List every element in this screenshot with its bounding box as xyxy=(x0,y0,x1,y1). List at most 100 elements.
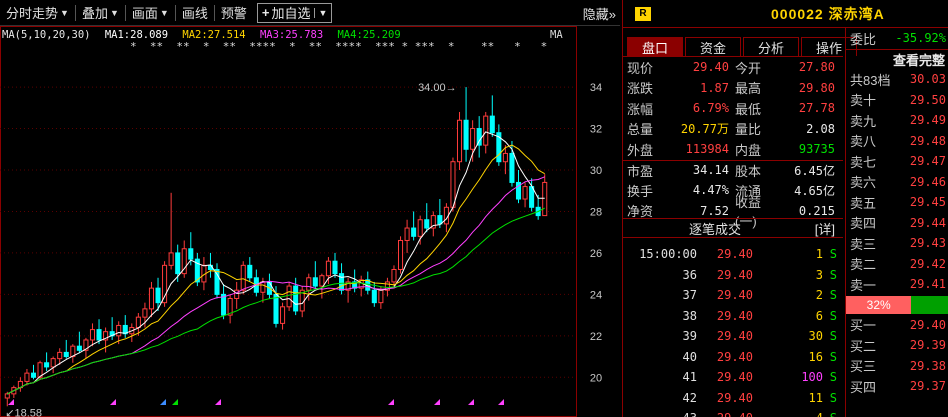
caret-down-icon: ▼ xyxy=(109,7,119,18)
candle-down xyxy=(273,293,279,324)
ask-row[interactable]: 卖八 29.48 xyxy=(846,131,948,152)
bid-row[interactable]: 买二 29.39 xyxy=(846,335,948,356)
signal-stars: * ** ** * ** **** * ** **** *** * *** * … xyxy=(130,40,548,53)
book-total-label: 共83档 xyxy=(850,72,891,88)
quote-value: 0.215 xyxy=(798,203,835,218)
bid-row[interactable]: 买四 29.37 xyxy=(846,376,948,397)
quote-row: 总量 20.77万 量比 2.08 xyxy=(623,119,843,140)
ask-row[interactable]: 卖十 29.50 xyxy=(846,90,948,111)
quote-label: 外盘 xyxy=(627,142,654,158)
y-tick-label: 30 xyxy=(590,165,602,177)
order-ratio-value: -35.92% xyxy=(895,31,946,46)
tick-row: 37 29.40 2 S xyxy=(623,285,843,306)
toolbar-item-overlay[interactable]: 叠加 ▼ xyxy=(76,2,125,24)
quote-value: 4.65亿 xyxy=(794,183,835,198)
ask-row[interactable]: 卖六 29.46 xyxy=(846,172,948,193)
ticks-title: 逐笔成交 xyxy=(689,221,742,237)
candle-up xyxy=(522,186,528,200)
tick-price: 29.40 xyxy=(716,288,753,303)
quote-label: 换手 xyxy=(627,183,654,199)
toolbar-item-timeshare[interactable]: 分时走势 ▼ xyxy=(0,2,75,24)
quote-row: 外盘 113984 内盘 93735 xyxy=(623,139,843,160)
ticks-header: 逐笔成交 [详] xyxy=(623,218,843,238)
tick-side: S xyxy=(829,349,837,364)
candle-down xyxy=(155,287,161,304)
tick-time: 43 xyxy=(623,411,697,417)
tick-volume: 30 xyxy=(808,329,823,344)
candle-up xyxy=(450,161,456,208)
book-level-label: 卖二 xyxy=(850,257,877,273)
bid-ratio-fill: 32% xyxy=(846,295,912,314)
candle-up xyxy=(542,181,548,217)
book-level-label: 卖七 xyxy=(850,154,877,170)
book-level-label: 卖五 xyxy=(850,195,877,211)
ask-row[interactable]: 卖一 29.41 xyxy=(846,274,948,295)
y-tick-label: 32 xyxy=(590,124,602,136)
ask-row[interactable]: 卖九 29.49 xyxy=(846,110,948,131)
panel-tabs: 盘口 资金 分析 操作 xyxy=(627,37,859,56)
book-total-value: 30.03 xyxy=(909,72,946,87)
quote-value: 27.78 xyxy=(798,101,835,116)
tab-funds[interactable]: 资金 xyxy=(685,37,741,56)
book-level-label: 买一 xyxy=(850,318,877,334)
candle-up xyxy=(404,227,410,241)
bid-row[interactable]: 买三 29.38 xyxy=(846,356,948,377)
candle-up xyxy=(142,308,148,318)
quote-label: 量比 xyxy=(735,122,762,138)
toolbar-item-view[interactable]: 画面 ▼ xyxy=(126,2,175,24)
tick-price: 29.40 xyxy=(716,390,753,405)
candle-up xyxy=(280,306,286,324)
caret-down-icon[interactable]: ▼ xyxy=(314,7,327,18)
tab-analysis[interactable]: 分析 xyxy=(743,37,799,56)
ask-row[interactable]: 卖七 29.47 xyxy=(846,151,948,172)
view-full-link[interactable]: 查看完整 xyxy=(893,50,948,69)
candle-down xyxy=(76,345,82,351)
toolbar-item-alert[interactable]: 预警 xyxy=(215,2,253,24)
candle-down xyxy=(437,215,443,225)
signal-triangle-icon xyxy=(110,399,116,405)
quote-value: 113984 xyxy=(685,142,729,157)
kline-chart[interactable]: 34 32 30 28 26 24 22 20 34.00→ ↙18.58 MA(5,10,20,… xyxy=(0,26,620,417)
book-level-price: 29.38 xyxy=(909,358,946,373)
quote-value: 27.80 xyxy=(798,60,835,75)
signal-triangle-icon xyxy=(498,399,504,405)
hide-button[interactable]: 隐藏» xyxy=(583,4,616,23)
toolbar-item-draw[interactable]: 画线 xyxy=(176,2,214,24)
ask-row[interactable]: 卖三 29.43 xyxy=(846,233,948,254)
tick-time: 15:00:00 xyxy=(639,247,697,262)
ask-row[interactable]: 卖四 29.44 xyxy=(846,213,948,234)
ticks-detail-link[interactable]: [详] xyxy=(815,219,835,238)
tick-price: 29.40 xyxy=(697,411,753,417)
book-level-price: 29.47 xyxy=(909,154,946,169)
ask-row[interactable]: 卖二 29.42 xyxy=(846,254,948,275)
quote-label: 今开 xyxy=(735,60,762,76)
signal-triangle-icon xyxy=(388,399,394,405)
quote-value: 34.14 xyxy=(692,163,729,178)
tick-volume: 11 xyxy=(808,390,823,405)
bid-row[interactable]: 买一 29.40 xyxy=(846,315,948,336)
book-total-row: 共83档 30.03 xyxy=(846,69,948,90)
book-level-label: 卖三 xyxy=(850,236,877,252)
tick-volume: 16 xyxy=(808,349,823,364)
tick-time: 40 xyxy=(682,349,697,364)
toolbar-item-label: 画线 xyxy=(181,6,208,21)
caret-down-icon: ▼ xyxy=(60,7,69,18)
candle-down xyxy=(463,119,469,150)
bid-ask-ratio-bar: 32% xyxy=(846,295,948,315)
quote-label: 股本 xyxy=(735,163,762,179)
book-level-label: 买二 xyxy=(850,338,877,354)
book-level-price: 29.44 xyxy=(909,215,946,230)
ask-row[interactable]: 卖五 29.45 xyxy=(846,192,948,213)
book-level-label: 卖八 xyxy=(850,134,877,150)
candle-up xyxy=(470,128,476,150)
tab-quote[interactable]: 盘口 xyxy=(627,37,683,56)
ma-line-ma1 xyxy=(7,131,545,395)
candle-down xyxy=(293,285,299,312)
tick-price: 29.40 xyxy=(716,329,753,344)
quote-row: 现价 29.40 今开 27.80 xyxy=(623,57,843,78)
book-level-price: 29.43 xyxy=(909,236,946,251)
signal-triangle-icon xyxy=(468,399,474,405)
quote-label: 市盈 xyxy=(627,163,654,179)
kline-svg: 34 32 30 28 26 24 22 20 34.00→ ↙18.58 xyxy=(0,26,602,417)
add-watchlist-button[interactable]: + 加自选 ▼ xyxy=(256,2,333,23)
